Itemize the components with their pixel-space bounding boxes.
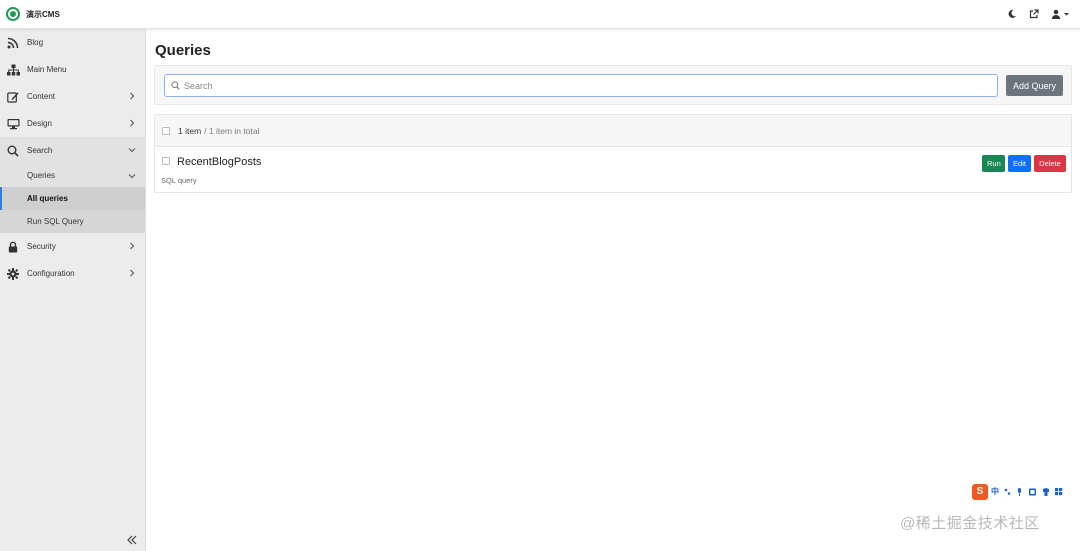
sidebar-item-label: Design [27, 119, 52, 128]
list-item: RecentBlogPosts SQL query Run Edit Delet… [155, 147, 1071, 193]
collapse-sidebar-icon[interactable] [125, 533, 139, 547]
sidebar-item-content[interactable]: Content [0, 83, 145, 110]
row-checkbox[interactable] [162, 157, 170, 165]
chevron-right-icon [130, 242, 135, 250]
queries-list: 1 item / 1 item in total RecentBlogPosts… [154, 114, 1072, 193]
sidebar-item-blog[interactable]: Blog [0, 29, 145, 56]
sidebar-item-main-menu[interactable]: Main Menu [0, 56, 145, 83]
sidebar-item-security[interactable]: Security [0, 233, 145, 260]
chevron-right-icon [130, 269, 135, 277]
rss-icon [6, 36, 20, 50]
search-input[interactable] [184, 80, 964, 91]
add-query-button[interactable]: Add Query [1006, 75, 1063, 96]
chevron-right-icon [130, 119, 135, 127]
row-actions: Run Edit Delete [982, 155, 1066, 172]
sidebar-subitem-queries[interactable]: Queries [0, 164, 145, 187]
item-total: / 1 item in total [204, 125, 260, 136]
sidebar-item-design[interactable]: Design [0, 110, 145, 137]
brand-name: 演示CMS [26, 9, 60, 19]
main-content: Queries Add Query 1 item / 1 item in tot… [146, 29, 1080, 551]
query-title-link[interactable]: RecentBlogPosts [177, 156, 261, 168]
sidebar-subitem-label: Queries [27, 171, 56, 180]
page-title: Queries [155, 42, 211, 59]
sidebar-item-label: Configuration [27, 269, 75, 278]
sidebar-item-label: Search [27, 146, 53, 155]
search-toolbar: Add Query [154, 65, 1072, 105]
top-actions [1006, 8, 1072, 20]
sidebar-subitem-run-sql-query[interactable]: Run SQL Query [0, 210, 145, 233]
chevron-down-icon [128, 174, 136, 179]
user-icon [1051, 9, 1069, 19]
chevron-down-icon [128, 148, 136, 153]
sidebar-item-configuration[interactable]: Configuration [0, 260, 145, 287]
run-button[interactable]: Run [982, 155, 1005, 172]
select-all-checkbox[interactable] [162, 126, 170, 135]
list-header: 1 item / 1 item in total [155, 115, 1071, 147]
sidebar-item-label: Security [27, 242, 56, 251]
user-menu[interactable] [1050, 8, 1072, 20]
sidebar-item-label: Content [27, 92, 56, 101]
item-count: 1 item [178, 125, 202, 136]
monitor-icon [6, 117, 20, 131]
top-navbar: 演示CMS [0, 0, 1080, 29]
ime-tool-icons [1004, 487, 1063, 496]
search-field[interactable] [164, 74, 998, 97]
chevron-right-icon [130, 92, 135, 100]
search-icon [6, 144, 20, 158]
sidebar-item-label: Main Menu [27, 65, 67, 74]
sidebar-subitem-label: All queries [27, 194, 68, 203]
watermark: @稀土掘金技术社区 [900, 515, 1040, 532]
edit-button[interactable]: Edit [1008, 155, 1031, 172]
sidebar-item-search[interactable]: Search [0, 137, 145, 164]
sidebar-subitem-all-queries[interactable]: All queries [0, 187, 145, 210]
edit-icon [6, 90, 20, 104]
search-icon [171, 81, 180, 90]
sidebar: Blog Main Menu Content Design Search Que… [0, 29, 146, 551]
sidebar-subitem-label: Run SQL Query [27, 217, 84, 226]
delete-button[interactable]: Delete [1034, 155, 1066, 172]
moon-icon[interactable] [1006, 8, 1018, 20]
ime-language[interactable]: 中 [991, 486, 999, 497]
sitemap-icon [6, 63, 20, 77]
brand-logo-icon [6, 7, 20, 21]
sidebar-item-label: Blog [27, 38, 44, 47]
ime-toolbar[interactable]: S 中 [972, 483, 1072, 500]
external-link-icon[interactable] [1028, 8, 1040, 20]
query-type-label: SQL query [161, 176, 197, 185]
ime-logo: S [972, 483, 988, 500]
gear-icon [6, 267, 20, 281]
brand[interactable]: 演示CMS [6, 7, 60, 21]
lock-icon [6, 240, 20, 254]
